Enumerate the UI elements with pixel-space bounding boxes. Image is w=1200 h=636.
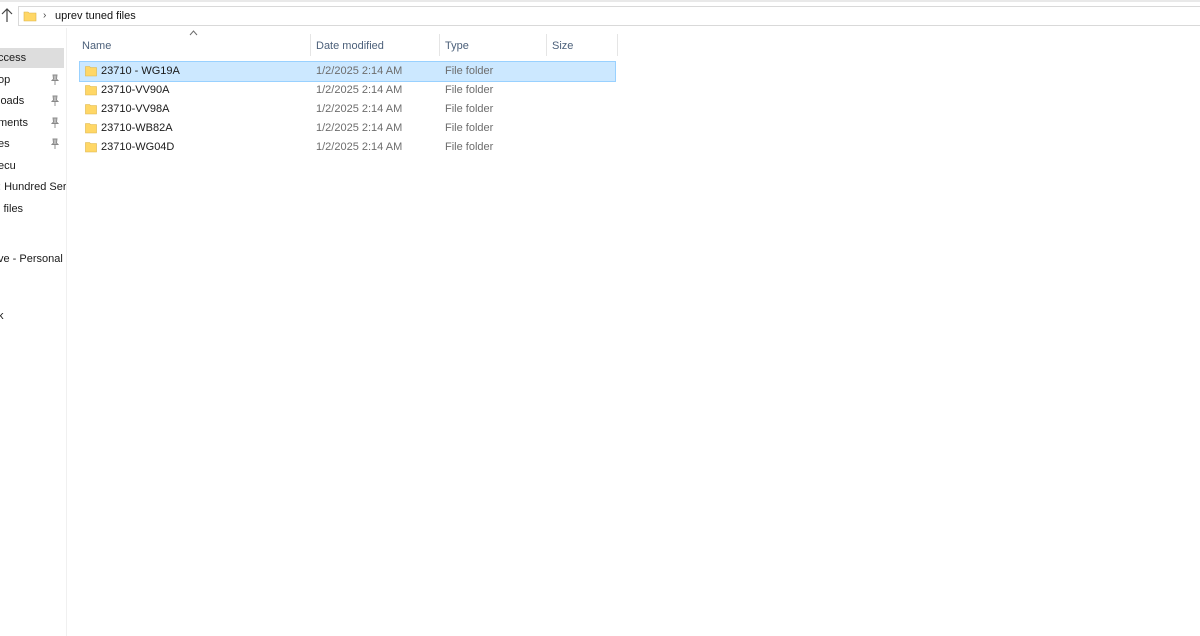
file-date-modified: 1/2/2025 2:14 AM bbox=[316, 122, 403, 134]
nav-item-downloads[interactable]: loads bbox=[0, 91, 64, 111]
nav-item-pictures[interactable]: es bbox=[0, 134, 64, 154]
breadcrumb-chevron-icon[interactable]: › bbox=[43, 10, 46, 21]
file-date-modified: 1/2/2025 2:14 AM bbox=[316, 141, 403, 153]
pin-icon bbox=[50, 74, 60, 85]
address-row: › uprev tuned files bbox=[0, 2, 1200, 28]
folder-icon bbox=[85, 85, 97, 96]
column-header-type[interactable]: Type bbox=[445, 34, 543, 58]
nav-item-hundred-series[interactable]: : Hundred Ser bbox=[0, 177, 66, 197]
column-divider[interactable] bbox=[439, 34, 440, 56]
column-header-name[interactable]: Name bbox=[82, 34, 308, 58]
file-date-modified: 1/2/2025 2:14 AM bbox=[316, 65, 403, 77]
file-name: 23710-VV90A bbox=[101, 84, 170, 96]
file-name: 23710-WB82A bbox=[101, 122, 173, 134]
up-arrow-icon[interactable] bbox=[0, 6, 14, 24]
column-divider[interactable] bbox=[310, 34, 311, 56]
column-header-date-modified[interactable]: Date modified bbox=[316, 34, 436, 58]
file-row[interactable]: 23710-WB82A 1/2/2025 2:14 AM File folder bbox=[80, 119, 615, 138]
nav-item-onedrive-personal[interactable]: ve - Personal bbox=[0, 249, 64, 269]
file-name: 23710 - WG19A bbox=[101, 65, 180, 77]
folder-icon bbox=[85, 142, 97, 153]
file-type: File folder bbox=[445, 141, 494, 153]
address-bar[interactable]: › uprev tuned files bbox=[18, 6, 1200, 26]
nav-item-quick-access[interactable]: ccess bbox=[0, 48, 64, 68]
file-type: File folder bbox=[445, 103, 494, 115]
file-row[interactable]: 23710-VV90A 1/2/2025 2:14 AM File folder bbox=[80, 81, 615, 100]
folder-icon bbox=[85, 66, 97, 77]
pin-icon bbox=[50, 138, 60, 149]
file-type: File folder bbox=[445, 122, 494, 134]
navigation-pane: ccess op loads ments es ecu : Hundred Se… bbox=[0, 28, 67, 636]
nav-item-tuned-files[interactable]: i files bbox=[0, 199, 64, 219]
folder-icon bbox=[23, 11, 37, 22]
file-row[interactable]: 23710-WG04D 1/2/2025 2:14 AM File folder bbox=[80, 138, 615, 157]
nav-item-documents[interactable]: ments bbox=[0, 113, 64, 133]
column-header-size[interactable]: Size bbox=[552, 34, 614, 58]
file-name: 23710-VV98A bbox=[101, 103, 170, 115]
file-row[interactable]: 23710 - WG19A 1/2/2025 2:14 AM File fold… bbox=[79, 61, 616, 82]
pin-icon bbox=[50, 95, 60, 106]
column-divider[interactable] bbox=[546, 34, 547, 56]
file-date-modified: 1/2/2025 2:14 AM bbox=[316, 103, 403, 115]
nav-item-desktop[interactable]: op bbox=[0, 70, 64, 90]
folder-icon bbox=[85, 123, 97, 134]
file-row[interactable]: 23710-VV98A 1/2/2025 2:14 AM File folder bbox=[80, 100, 615, 119]
file-date-modified: 1/2/2025 2:14 AM bbox=[316, 84, 403, 96]
nav-item-network[interactable]: k bbox=[0, 306, 64, 326]
pin-icon bbox=[50, 117, 60, 128]
folder-icon bbox=[85, 104, 97, 115]
breadcrumb-current-folder[interactable]: uprev tuned files bbox=[55, 10, 136, 22]
file-name: 23710-WG04D bbox=[101, 141, 175, 153]
column-divider[interactable] bbox=[617, 34, 618, 56]
nav-item-ecu[interactable]: ecu bbox=[0, 156, 64, 176]
file-type: File folder bbox=[445, 84, 494, 96]
file-type: File folder bbox=[445, 65, 494, 77]
